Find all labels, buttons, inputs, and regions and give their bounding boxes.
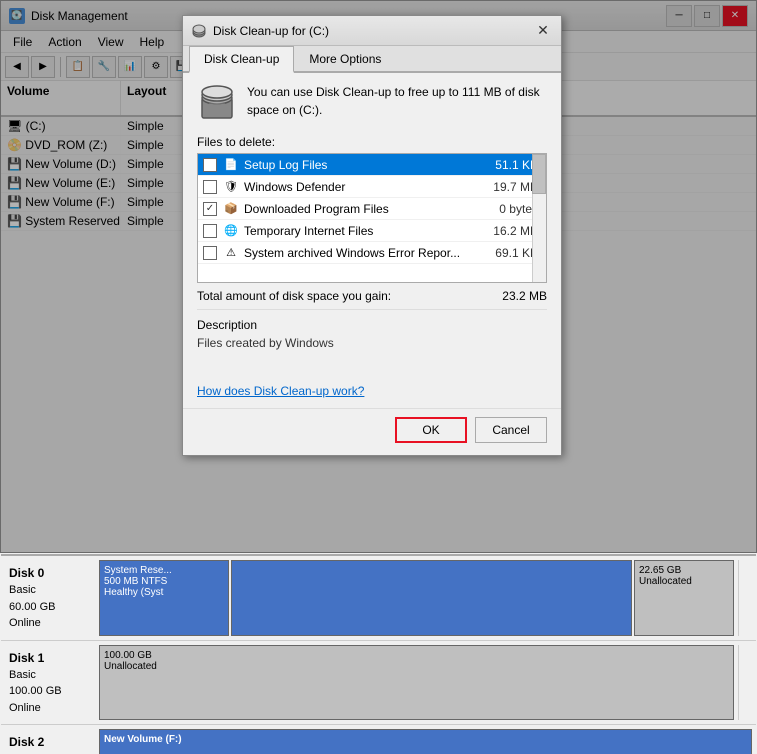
list-item[interactable]: ⚠ System archived Windows Error Repor...… bbox=[198, 242, 546, 264]
dialog-footer: OK Cancel bbox=[183, 408, 561, 455]
list-item[interactable]: 📦 Downloaded Program Files 0 bytes bbox=[198, 198, 546, 220]
checkbox-icon bbox=[203, 202, 217, 216]
description-text: Files created by Windows bbox=[197, 336, 547, 376]
dialog-tabs: Disk Clean-up More Options bbox=[183, 46, 561, 73]
disk-cleanup-dialog: Disk Clean-up for (C:) ✕ Disk Clean-up M… bbox=[182, 15, 562, 456]
description-label: Description bbox=[197, 318, 547, 332]
file-checkbox[interactable] bbox=[198, 180, 222, 194]
dialog-title: Disk Clean-up for (C:) bbox=[213, 24, 533, 38]
cancel-button[interactable]: Cancel bbox=[475, 417, 547, 443]
files-label: Files to delete: bbox=[197, 135, 547, 149]
total-value: 23.2 MB bbox=[502, 289, 547, 303]
disk-panel-2: Disk 2 Basic Unallocated New Volume (F:) bbox=[1, 725, 756, 754]
list-item[interactable]: 🛡 Windows Defender 19.7 MB bbox=[198, 176, 546, 198]
checkbox-icon bbox=[203, 246, 217, 260]
tab-more-options[interactable]: More Options bbox=[294, 46, 396, 73]
scrollbar[interactable] bbox=[738, 560, 752, 636]
description-box: Description Files created by Windows bbox=[197, 318, 547, 376]
dialog-close-button[interactable]: ✕ bbox=[533, 22, 553, 40]
file-type-icon: 📄 bbox=[222, 158, 240, 171]
scrollbar-thumb[interactable] bbox=[532, 154, 546, 194]
dialog-body: You can use Disk Clean-up to free up to … bbox=[183, 73, 561, 408]
partition-block[interactable]: New Volume (F:) bbox=[99, 729, 752, 754]
scrollbar[interactable] bbox=[532, 154, 546, 282]
disk-1-label: Disk 1 Basic 100.00 GB Online bbox=[5, 645, 95, 721]
dialog-icon bbox=[191, 23, 207, 39]
dialog-titlebar: Disk Clean-up for (C:) ✕ bbox=[183, 16, 561, 46]
disk-panels: Disk 0 Basic 60.00 GB Online System Rese… bbox=[1, 554, 756, 754]
dialog-info: You can use Disk Clean-up to free up to … bbox=[197, 83, 547, 123]
file-checkbox[interactable] bbox=[198, 202, 222, 216]
file-name: Temporary Internet Files bbox=[240, 222, 476, 240]
dialog-info-text: You can use Disk Clean-up to free up to … bbox=[247, 83, 547, 119]
disk-cleanup-help-link[interactable]: How does Disk Clean-up work? bbox=[197, 384, 364, 398]
partition-block[interactable]: 22.65 GBUnallocated bbox=[634, 560, 734, 636]
cleanup-icon bbox=[197, 83, 237, 123]
disk-panel-0: Disk 0 Basic 60.00 GB Online System Rese… bbox=[1, 556, 756, 641]
disk-2-partitions: New Volume (F:) bbox=[99, 729, 752, 754]
file-name: Downloaded Program Files bbox=[240, 200, 476, 218]
disk-panel-1: Disk 1 Basic 100.00 GB Online 100.00 GBU… bbox=[1, 641, 756, 726]
disk-1-partitions: 100.00 GBUnallocated bbox=[99, 645, 734, 721]
disk-0-partitions: System Rese...500 MB NTFSHealthy (Syst 2… bbox=[99, 560, 734, 636]
total-space-row: Total amount of disk space you gain: 23.… bbox=[197, 289, 547, 310]
file-type-icon: 🌐 bbox=[222, 224, 240, 237]
tab-disk-cleanup[interactable]: Disk Clean-up bbox=[189, 46, 294, 73]
file-type-icon: ⚠ bbox=[222, 246, 240, 259]
file-checkbox[interactable] bbox=[198, 224, 222, 238]
file-name: System archived Windows Error Repor... bbox=[240, 244, 476, 262]
files-list-container: 📄 Setup Log Files 51.1 KB 🛡 Windows Defe… bbox=[197, 153, 547, 283]
disk-2-label: Disk 2 Basic Unallocated bbox=[5, 729, 95, 754]
partition-block[interactable]: 100.00 GBUnallocated bbox=[99, 645, 734, 721]
ok-button[interactable]: OK bbox=[395, 417, 467, 443]
checkbox-icon bbox=[203, 224, 217, 238]
file-type-icon: 🛡 bbox=[222, 180, 240, 193]
disk-0-label: Disk 0 Basic 60.00 GB Online bbox=[5, 560, 95, 636]
file-type-icon: 📦 bbox=[222, 202, 240, 215]
checkbox-icon bbox=[203, 180, 217, 194]
file-checkbox[interactable] bbox=[198, 158, 222, 172]
file-name: Setup Log Files bbox=[240, 156, 476, 174]
checkbox-icon bbox=[203, 158, 217, 172]
total-label: Total amount of disk space you gain: bbox=[197, 289, 391, 303]
list-item[interactable]: 🌐 Temporary Internet Files 16.2 MB bbox=[198, 220, 546, 242]
scrollbar[interactable] bbox=[738, 645, 752, 721]
files-list: 📄 Setup Log Files 51.1 KB 🛡 Windows Defe… bbox=[198, 154, 546, 264]
file-name: Windows Defender bbox=[240, 178, 476, 196]
partition-block[interactable]: System Rese...500 MB NTFSHealthy (Syst bbox=[99, 560, 229, 636]
file-checkbox[interactable] bbox=[198, 246, 222, 260]
partition-block[interactable] bbox=[231, 560, 632, 636]
list-item[interactable]: 📄 Setup Log Files 51.1 KB bbox=[198, 154, 546, 176]
